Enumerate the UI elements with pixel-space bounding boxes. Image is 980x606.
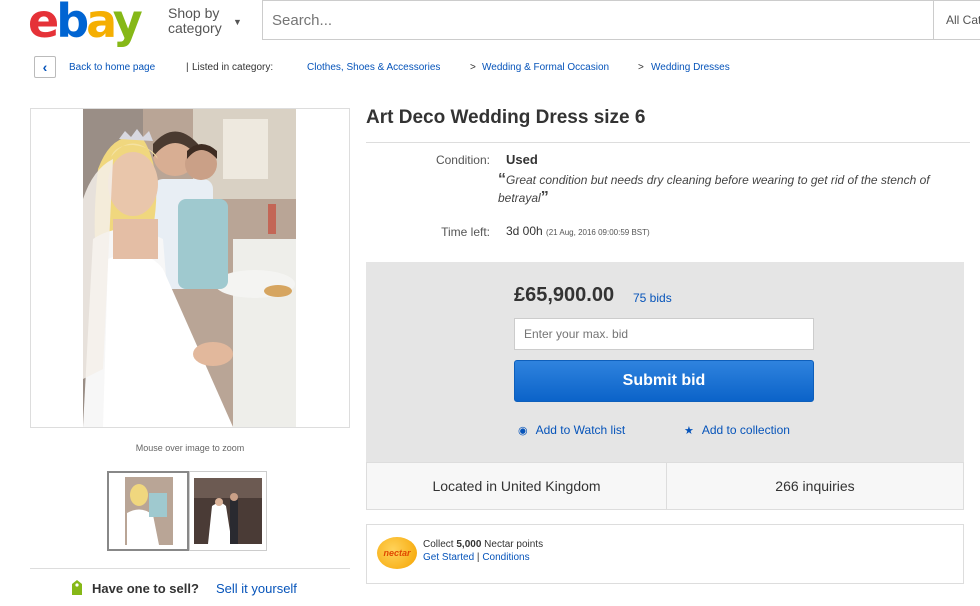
sell-question: Have one to sell?	[92, 581, 199, 596]
item-title: Art Deco Wedding Dress size 6	[366, 107, 646, 128]
collect-prefix: Collect	[423, 539, 454, 550]
conditions-link[interactable]: Conditions	[482, 552, 529, 563]
max-bid-input[interactable]	[514, 318, 814, 350]
back-to-home-link[interactable]: Back to home page	[69, 62, 155, 73]
breadcrumb-item-clothes[interactable]: Clothes, Shoes & Accessories	[307, 62, 440, 73]
condition-note: “Great condition but needs dry cleaning …	[498, 171, 948, 207]
logo-letter-e: e	[28, 0, 59, 48]
header: ebay Shop by category ▼ All Categories	[0, 0, 980, 48]
thumbnail-image	[109, 473, 187, 549]
logo-letter-b: b	[56, 0, 89, 48]
collect-suffix: Nectar points	[484, 539, 544, 550]
bid-count-link[interactable]: 75 bids	[633, 291, 672, 305]
inquiry-count: 266 inquiries	[775, 478, 855, 494]
watch-list-label: Add to Watch list	[535, 423, 626, 437]
divider	[366, 142, 970, 143]
eye-icon: ◉	[518, 425, 528, 437]
star-icon: ★	[684, 425, 694, 437]
get-started-link[interactable]: Get Started	[423, 552, 474, 563]
collection-label: Add to collection	[701, 423, 790, 437]
current-price: £65,900.00	[514, 284, 615, 306]
add-to-watch-list-link[interactable]: ◉ Add to Watch list	[518, 423, 625, 437]
breadcrumb-item-wedding-formal[interactable]: Wedding & Formal Occasion	[482, 62, 609, 73]
open-quote-icon: “	[498, 171, 506, 188]
shop-by-label: Shop by	[168, 5, 220, 21]
location-row: Located in United Kingdom 266 inquiries	[366, 462, 964, 510]
search-bar: All Categories	[262, 0, 980, 40]
nectar-links: Get Started | Conditions	[423, 552, 530, 563]
time-left-value: 3d 00h	[506, 224, 543, 238]
wedding-photo	[83, 109, 296, 427]
listed-in-label: Listed in category:	[192, 62, 274, 73]
sell-it-yourself-link[interactable]: Sell it yourself	[216, 581, 297, 596]
category-label: category	[168, 20, 222, 36]
main-image-frame	[30, 108, 350, 428]
search-input[interactable]	[263, 1, 928, 39]
main-product-image[interactable]	[83, 109, 296, 427]
item-location: Located in United Kingdom	[367, 463, 667, 509]
nectar-logo: nectar	[377, 537, 417, 569]
breadcrumb-arrow: >	[470, 62, 476, 73]
tag-icon	[72, 580, 82, 595]
bid-box: £65,900.00 75 bids Submit bid ◉ Add to Wa…	[366, 262, 964, 462]
chevron-down-icon: ▼	[233, 17, 242, 27]
back-arrow-icon[interactable]: ‹	[34, 56, 56, 78]
nectar-promo: nectar Collect 5,000 Nectar points Get S…	[366, 524, 964, 584]
condition-note-text: Great condition but needs dry cleaning b…	[498, 173, 930, 205]
logo-letter-y: y	[112, 0, 143, 48]
thumbnail-2[interactable]	[189, 471, 267, 551]
breadcrumb-arrow: >	[638, 62, 644, 73]
time-left-detail: (21 Aug, 2016 09:00:59 BST)	[546, 228, 650, 237]
zoom-hint: Mouse over image to zoom	[135, 443, 245, 453]
category-select[interactable]: All Categories	[933, 1, 980, 39]
sell-row: Have one to sell? Sell it yourself	[30, 568, 350, 596]
nectar-collect-text: Collect 5,000 Nectar points	[423, 539, 543, 550]
thumbnail-1[interactable]	[107, 471, 189, 551]
nectar-points: 5,000	[456, 539, 482, 550]
ebay-logo[interactable]: ebay	[28, 0, 143, 48]
condition-label: Condition:	[435, 153, 490, 167]
logo-letter-a: a	[86, 0, 116, 48]
close-quote-icon: ”	[540, 189, 549, 206]
breadcrumb-item-wedding-dresses[interactable]: Wedding Dresses	[651, 62, 730, 73]
time-left: 3d 00h (21 Aug, 2016 09:00:59 BST)	[506, 224, 650, 238]
time-left-label: Time left:	[441, 225, 490, 239]
thumbnail-image	[190, 472, 266, 550]
condition-value: Used	[506, 152, 538, 167]
add-to-collection-link[interactable]: ★ Add to collection	[684, 423, 790, 437]
submit-bid-button[interactable]: Submit bid	[514, 360, 814, 402]
link-divider: |	[476, 552, 480, 563]
shop-by-category-button[interactable]: Shop by category ▼	[168, 5, 242, 36]
breadcrumb-separator: |	[186, 62, 189, 73]
